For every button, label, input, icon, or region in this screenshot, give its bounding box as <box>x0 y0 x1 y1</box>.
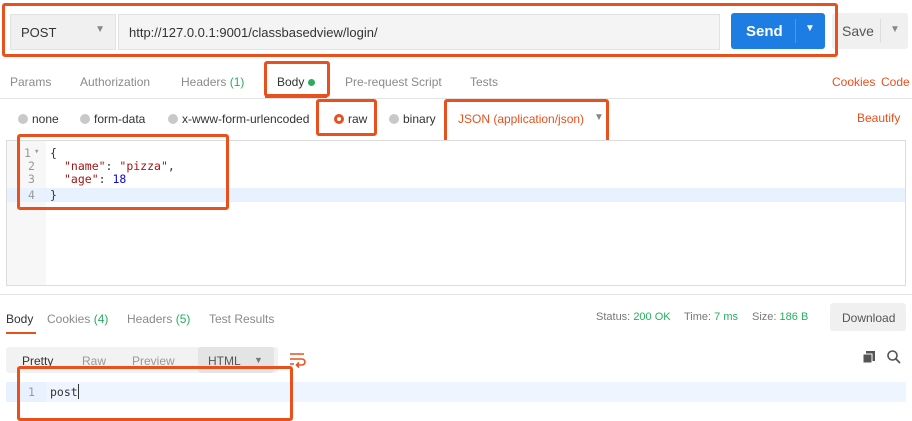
url-value: http://127.0.0.1:9001/classbasedview/log… <box>129 25 378 40</box>
response-gutter <box>6 382 46 402</box>
radio-raw[interactable]: raw <box>334 112 367 126</box>
format-label: HTML <box>208 354 241 368</box>
radio-urlencoded-label: x-www-form-urlencoded <box>182 112 310 126</box>
chevron-down-icon[interactable]: ▼ <box>594 112 604 123</box>
download-label: Download <box>842 311 896 325</box>
tabs-divider <box>0 98 912 99</box>
line-number: 3 <box>28 172 35 186</box>
content-type-select[interactable]: JSON (application/json) <box>458 112 584 126</box>
method-select[interactable]: POST ▼ <box>10 14 116 50</box>
active-line-highlight <box>7 188 905 202</box>
size-label: Size: <box>752 311 777 323</box>
fold-arrow-icon[interactable]: ▾ <box>34 146 39 159</box>
json-key: "age" <box>64 172 99 186</box>
view-preview[interactable]: Preview <box>132 354 175 368</box>
response-tab-cookies[interactable]: Cookies (4) <box>47 312 108 326</box>
code-line-1: { <box>50 146 57 160</box>
radio-urlencoded[interactable]: x-www-form-urlencoded <box>168 112 309 126</box>
tab-authorization[interactable]: Authorization <box>80 75 150 89</box>
response-tab-headers-count: (5) <box>175 312 191 326</box>
save-divider <box>880 19 881 43</box>
radio-none-label: none <box>32 112 59 126</box>
line-number: 4 <box>28 188 35 202</box>
tab-body[interactable]: Body <box>277 75 316 89</box>
response-divider <box>0 294 912 295</box>
send-button[interactable]: Send ▼ <box>731 13 825 49</box>
response-format-select[interactable]: HTML ▼ <box>198 347 274 373</box>
radio-binary-label: binary <box>403 112 436 126</box>
chevron-down-icon: ▼ <box>95 24 105 35</box>
search-icon[interactable] <box>886 349 902 365</box>
download-button[interactable]: Download <box>830 303 906 331</box>
status-value: 200 OK <box>633 311 671 323</box>
tab-params[interactable]: Params <box>10 75 51 89</box>
radio-none[interactable]: none <box>18 112 59 126</box>
copy-icon[interactable] <box>862 350 876 364</box>
response-tab-cookies-label: Cookies <box>47 312 91 326</box>
status-label: Status: <box>596 311 631 323</box>
text-cursor <box>78 384 79 399</box>
json-key: "name" <box>64 159 106 173</box>
tab-headers-count: (1) <box>229 75 245 89</box>
response-tab-body[interactable]: Body <box>6 312 33 326</box>
response-tab-headers-label: Headers <box>127 312 173 326</box>
time-value: 7 ms <box>714 311 738 323</box>
body-indicator-dot <box>308 79 316 87</box>
view-raw[interactable]: Raw <box>82 354 106 368</box>
radio-raw-label: raw <box>348 112 368 126</box>
cookies-link[interactable]: Cookies <box>832 75 875 89</box>
radio-circle-selected <box>334 114 344 124</box>
radio-circle <box>18 114 28 124</box>
beautify-link[interactable]: Beautify <box>857 111 900 125</box>
code-line-3: "age": 18 <box>64 172 127 186</box>
radio-binary[interactable]: binary <box>389 112 436 126</box>
status-info: Status: 200 OK <box>596 311 671 323</box>
save-button[interactable]: Save ▼ <box>832 13 908 49</box>
code-line-4: } <box>50 188 57 202</box>
size-info: Size: 186 B <box>752 311 808 323</box>
time-info: Time: 7 ms <box>684 311 738 323</box>
tab-tests[interactable]: Tests <box>470 75 498 89</box>
radio-circle <box>168 114 178 124</box>
chevron-down-icon: ▼ <box>254 355 263 365</box>
editor-gutter <box>7 141 46 285</box>
response-tab-test-results[interactable]: Test Results <box>209 312 274 326</box>
size-value: 186 B <box>779 311 809 323</box>
response-active-line <box>46 382 906 402</box>
view-pretty[interactable]: Pretty <box>22 354 53 368</box>
tab-headers[interactable]: Headers (1) <box>181 75 244 89</box>
code-link[interactable]: Code <box>881 75 910 89</box>
radio-form-data-label: form-data <box>94 112 146 126</box>
json-value: "pizza" <box>119 159 168 173</box>
send-dropdown-icon[interactable]: ▼ <box>805 23 815 34</box>
save-dropdown-icon[interactable]: ▼ <box>890 24 900 35</box>
send-divider <box>795 19 796 43</box>
tab-headers-label: Headers <box>181 75 227 89</box>
wrap-lines-icon[interactable] <box>286 348 308 370</box>
response-tab-cookies-count: (4) <box>93 312 109 326</box>
tab-body-label: Body <box>277 75 305 89</box>
time-label: Time: <box>684 311 712 323</box>
radio-circle <box>80 114 90 124</box>
response-content: post <box>50 385 78 399</box>
tab-pre-request-script[interactable]: Pre-request Script <box>345 75 442 89</box>
json-value: 18 <box>112 172 127 186</box>
send-label: Send <box>746 23 783 40</box>
response-active-tab-underline <box>6 332 36 334</box>
response-line-number: 1 <box>28 385 35 399</box>
method-label: POST <box>21 25 57 40</box>
save-label: Save <box>842 23 874 39</box>
url-input[interactable]: http://127.0.0.1:9001/classbasedview/log… <box>118 14 720 50</box>
response-tab-headers[interactable]: Headers (5) <box>127 312 190 326</box>
radio-circle <box>389 114 399 124</box>
radio-form-data[interactable]: form-data <box>80 112 145 126</box>
